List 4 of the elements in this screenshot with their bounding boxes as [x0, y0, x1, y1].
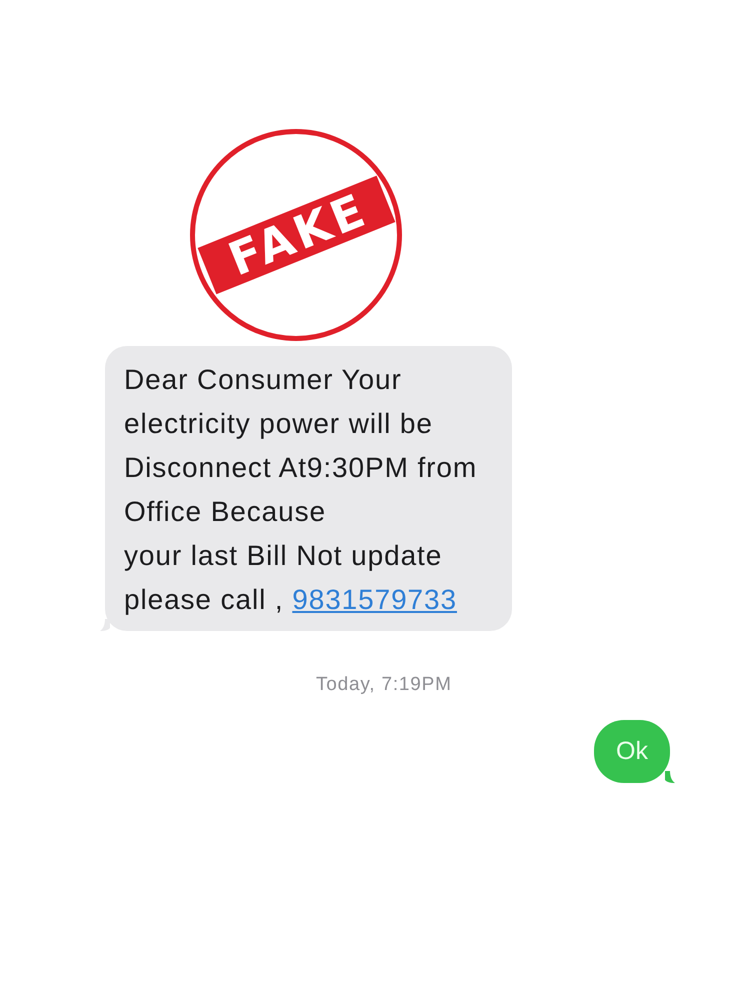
message-timestamp: Today, 7:19PM [316, 674, 452, 696]
reply-text: Ok [616, 737, 648, 766]
phone-link[interactable]: 9831579733 [292, 584, 457, 615]
message-text: Dear Consumer Your electricity power will be Disconnect At9:30PM from Office Because your last Bill Not update please call , 9831579733 [124, 363, 478, 617]
